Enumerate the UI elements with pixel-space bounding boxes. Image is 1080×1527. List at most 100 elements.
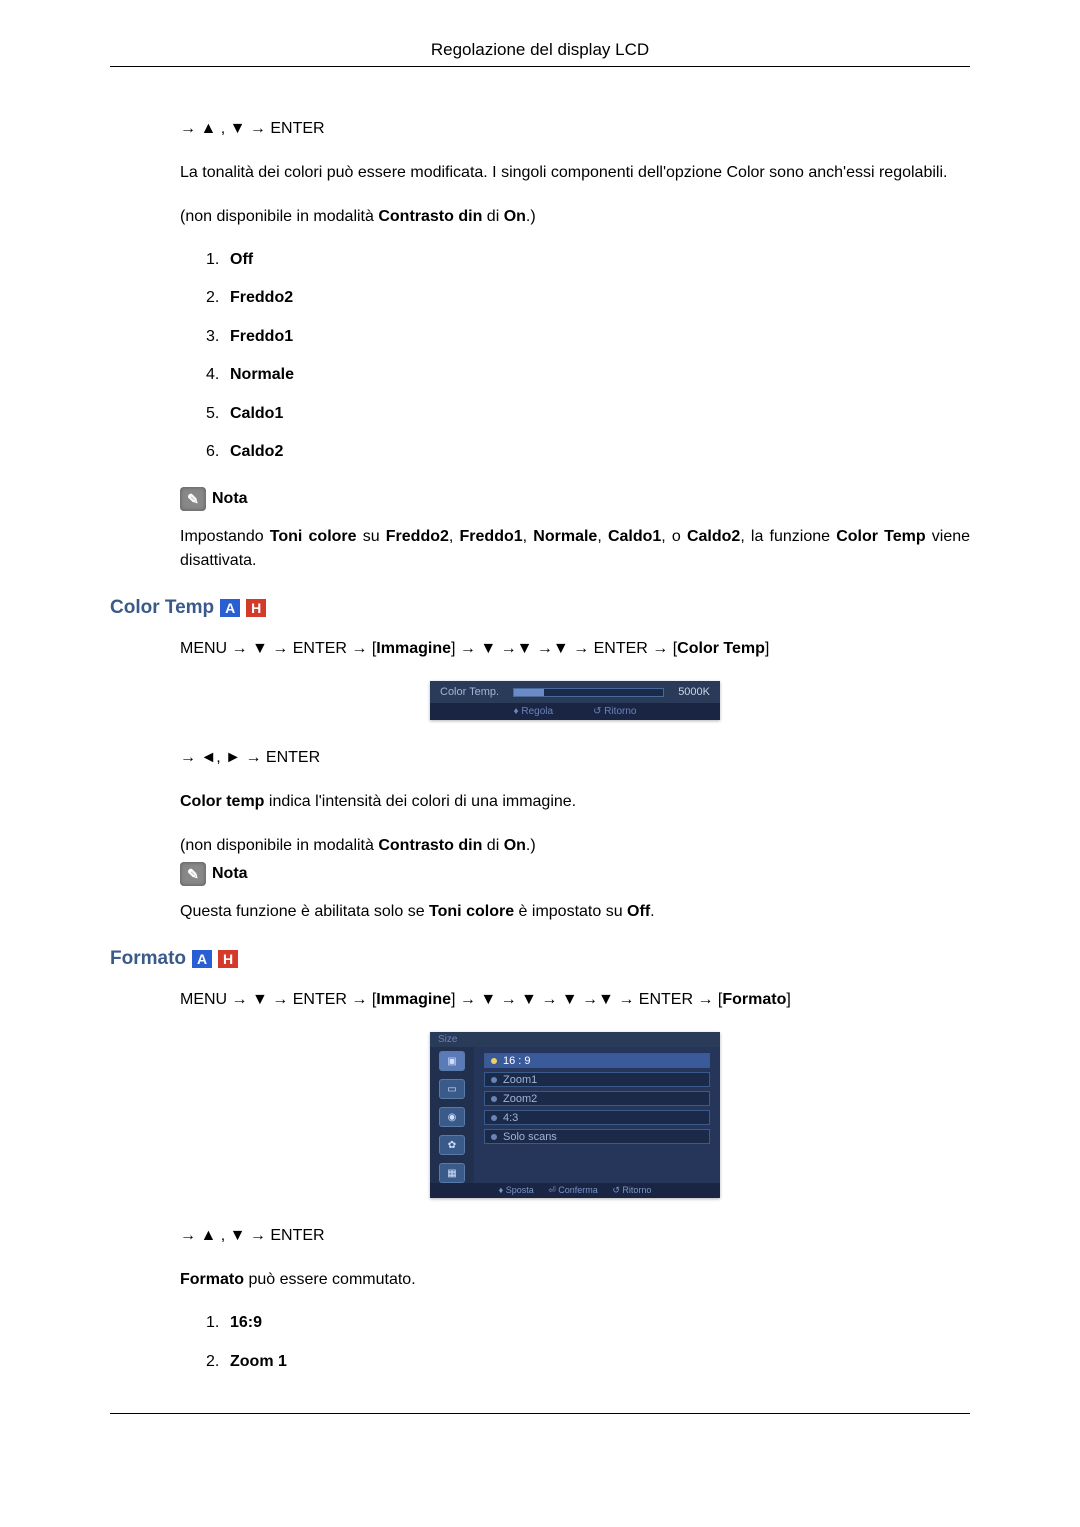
osd-slider[interactable]	[513, 688, 664, 697]
paragraph: Questa funzione è abilitata solo se Toni…	[180, 900, 970, 924]
nav-sequence: → ◄, ► → ENTER	[180, 746, 970, 770]
osd-footer: ♦ Sposta ⏎ Conferma ↺ Ritorno	[430, 1183, 720, 1198]
option-label: Caldo2	[230, 443, 283, 460]
text-strong: Contrasto din	[378, 208, 482, 225]
osd-item-zoom1[interactable]: Zoom1	[484, 1072, 710, 1087]
osd-sidebar: ▣ ▭ ◉ ✿ ▦	[430, 1047, 474, 1183]
osd-tab-sound-icon[interactable]: ◉	[439, 1107, 465, 1127]
badge-h-icon: H	[218, 950, 238, 968]
text-strong: On	[504, 837, 526, 854]
paragraph: La tonalità dei colori può essere modifi…	[180, 161, 970, 185]
option-label: Freddo1	[230, 328, 293, 345]
note-row: ✎ Nota	[180, 862, 970, 886]
osd-row: Color Temp. 5000K	[430, 681, 720, 703]
osd-menu-title: Size	[430, 1032, 720, 1047]
nav-sequence: MENU → ▼ → ENTER → [Immagine] → ▼ → ▼ → …	[180, 988, 970, 1012]
osd-control-return: ↺ Ritorno	[612, 1185, 651, 1195]
paragraph: Impostando Toni colore su Freddo2, Fredd…	[180, 525, 970, 573]
note-icon: ✎	[180, 487, 206, 511]
osd-item-label: Solo scans	[503, 1131, 557, 1143]
text: La tonalità dei colori può essere modifi…	[180, 164, 947, 181]
text: Questa funzione è abilitata solo se	[180, 903, 429, 920]
text-strong: Immagine	[376, 991, 451, 1008]
osd-item-solo-scans[interactable]: Solo scans	[484, 1129, 710, 1144]
text: ,	[523, 528, 534, 545]
text-strong: Caldo2	[687, 528, 740, 545]
osd-tab-setup-icon[interactable]: ✿	[439, 1135, 465, 1155]
paragraph: (non disponibile in modalità Contrasto d…	[180, 834, 970, 858]
paragraph: (non disponibile in modalità Contrasto d…	[180, 205, 970, 229]
list-item: 2.Zoom 1	[206, 1351, 970, 1373]
text: su	[357, 528, 386, 545]
text: di	[482, 837, 503, 854]
list-item: 6.Caldo2	[206, 441, 970, 463]
osd-control-confirm: ⏎ Conferma	[548, 1185, 598, 1195]
page-title: Regolazione del display LCD	[431, 40, 649, 59]
text: (non disponibile in modalità	[180, 208, 378, 225]
osd-list: 16 : 9 Zoom1 Zoom2 4:3 Solo scans	[474, 1047, 720, 1183]
badge-a-icon: A	[192, 950, 212, 968]
text: (non disponibile in modalità	[180, 837, 378, 854]
osd-tab-picture-icon[interactable]: ▣	[439, 1051, 465, 1071]
osd-tab-input-icon[interactable]: ▭	[439, 1079, 465, 1099]
text: ] → ▼ →▼ →▼ → ENTER → [	[451, 640, 677, 657]
text: ]	[765, 640, 769, 657]
text-strong: Freddo2	[386, 528, 449, 545]
section-title-formato: FormatoAH	[110, 948, 970, 970]
heading-text: Color Temp	[110, 597, 214, 619]
osd-size-menu: Size ▣ ▭ ◉ ✿ ▦ 16 : 9 Zoom1 Zoom2 4:3 So…	[430, 1032, 720, 1198]
text: di	[482, 208, 503, 225]
paragraph: Color temp indica l'intensità dei colori…	[180, 790, 970, 814]
osd-body: ▣ ▭ ◉ ✿ ▦ 16 : 9 Zoom1 Zoom2 4:3 Solo sc…	[430, 1047, 720, 1183]
paragraph: Formato può essere commutato.	[180, 1268, 970, 1292]
text-strong: Caldo1	[608, 528, 661, 545]
text-strong: Off	[627, 903, 650, 920]
note-row: ✎ Nota	[180, 487, 970, 511]
note-icon: ✎	[180, 862, 206, 886]
text-strong: On	[504, 208, 526, 225]
text: .	[650, 903, 654, 920]
text: ] → ▼ → ▼ → ▼ →▼ → ENTER → [	[451, 991, 722, 1008]
option-label: Off	[230, 251, 253, 268]
text: ,	[597, 528, 608, 545]
osd-control-adjust: ♦ Regola	[514, 706, 554, 717]
osd-item-4-3[interactable]: 4:3	[484, 1110, 710, 1125]
nav-sequence: → ▲ , ▼ → ENTER	[180, 117, 970, 141]
note-label: Nota	[212, 865, 248, 883]
option-label: Caldo1	[230, 405, 283, 422]
option-list: 1.Off 2.Freddo2 3.Freddo1 4.Normale 5.Ca…	[180, 249, 970, 463]
osd-label: Color Temp.	[440, 686, 499, 698]
osd-value: 5000K	[678, 686, 710, 698]
text-strong: Color Temp	[677, 640, 765, 657]
badge-h-icon: H	[246, 599, 266, 617]
page-header: Regolazione del display LCD	[110, 40, 970, 67]
osd-item-zoom2[interactable]: Zoom2	[484, 1091, 710, 1106]
text-strong: Freddo1	[460, 528, 523, 545]
nav-sequence: MENU → ▼ → ENTER → [Immagine] → ▼ →▼ →▼ …	[180, 637, 970, 661]
osd-item-label: Zoom2	[503, 1093, 537, 1105]
list-item: 5.Caldo1	[206, 403, 970, 425]
list-item: 4.Normale	[206, 364, 970, 386]
text: MENU → ▼ → ENTER → [	[180, 640, 376, 657]
list-item: 3.Freddo1	[206, 326, 970, 348]
text: .)	[526, 837, 536, 854]
osd-item-16-9[interactable]: 16 : 9	[484, 1053, 710, 1068]
text: , la funzione	[740, 528, 836, 545]
nav-sequence: → ▲ , ▼ → ENTER	[180, 1224, 970, 1248]
option-label: Normale	[230, 366, 294, 383]
text: , o	[661, 528, 687, 545]
osd-item-label: Zoom1	[503, 1074, 537, 1086]
note-label: Nota	[212, 490, 248, 508]
text: ]	[786, 991, 790, 1008]
osd-tab-multi-icon[interactable]: ▦	[439, 1163, 465, 1183]
text-strong: Color temp	[180, 793, 264, 810]
option-label: Freddo2	[230, 289, 293, 306]
text-strong: Toni colore	[270, 528, 357, 545]
text-strong: Contrasto din	[378, 837, 482, 854]
text-strong: Formato	[180, 1271, 244, 1288]
footer-rule	[110, 1413, 970, 1414]
list-item: 2.Freddo2	[206, 287, 970, 309]
text-strong: Formato	[722, 991, 786, 1008]
osd-footer: ♦ Regola ↺ Ritorno	[430, 703, 720, 720]
text-strong: Immagine	[376, 640, 451, 657]
